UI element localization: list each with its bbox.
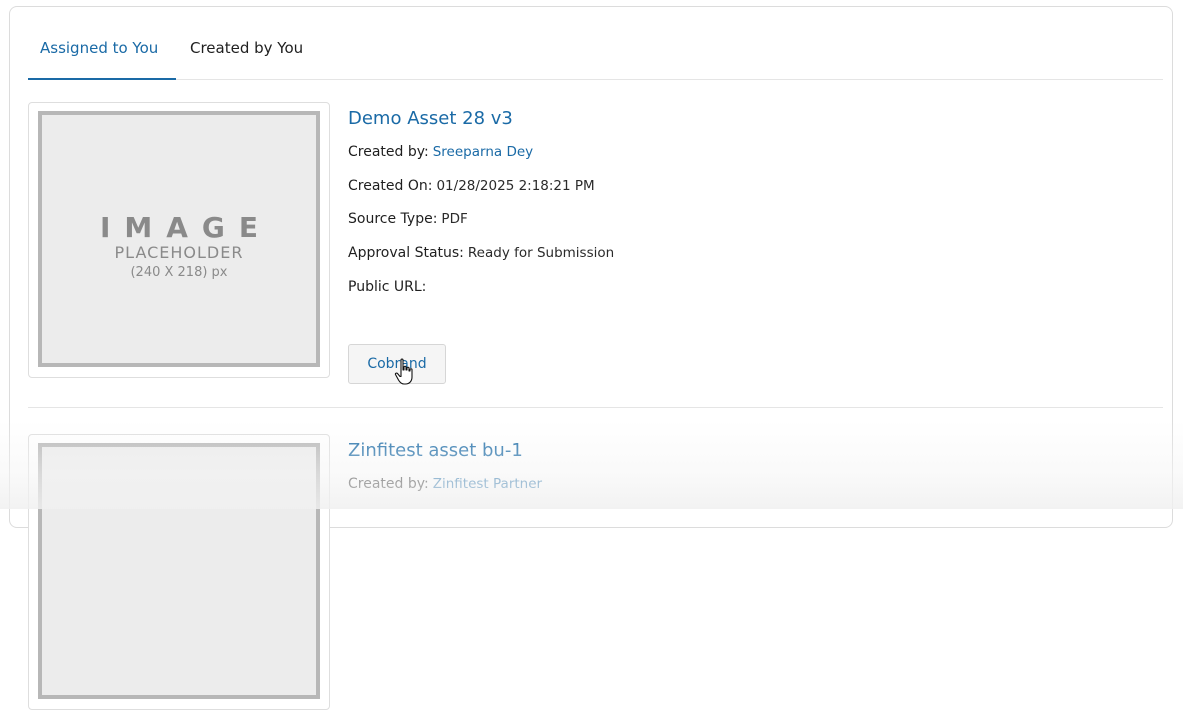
placeholder-subtitle: PLACEHOLDER: [114, 243, 244, 262]
created-by-label: Created by:: [348, 476, 429, 492]
placeholder-dimensions: (240 X 218) px: [130, 265, 228, 280]
created-on-value: 01/28/2025 2:18:21 PM: [436, 178, 595, 194]
approval-status-value: Ready for Submission: [467, 245, 615, 261]
created-by-row: Created by: Sreeparna Dey: [348, 144, 533, 160]
created-on-label: Created On:: [348, 178, 433, 194]
hand-cursor-icon: [394, 358, 413, 385]
image-placeholder: [38, 443, 320, 699]
source-type-value: PDF: [441, 211, 468, 227]
asset-title-link[interactable]: Demo Asset 28 v3: [348, 108, 513, 129]
tab-bar: Assigned to You Created by You: [28, 7, 1163, 80]
created-on-row: Created On: 01/28/2025 2:18:21 PM: [348, 178, 595, 194]
source-type-label: Source Type:: [348, 211, 438, 227]
tab-assigned-to-you[interactable]: Assigned to You: [40, 39, 158, 57]
assets-panel: Assigned to You Created by You IMAGE PLA…: [9, 6, 1173, 710]
asset-title-link[interactable]: Zinfitest asset bu-1: [348, 440, 523, 461]
public-url-row: Public URL:: [348, 279, 430, 295]
source-type-row: Source Type: PDF: [348, 211, 468, 227]
asset-thumbnail[interactable]: IMAGE PLACEHOLDER (240 X 218) px: [28, 102, 330, 378]
tab-created-by-you[interactable]: Created by You: [190, 39, 303, 57]
asset-card: Zinfitest asset bu-1 Created by: Zinfites…: [28, 434, 1163, 710]
created-by-link[interactable]: Zinfitest Partner: [433, 476, 542, 492]
created-by-link[interactable]: Sreeparna Dey: [433, 144, 533, 160]
placeholder-title: IMAGE: [99, 211, 273, 244]
approval-status-row: Approval Status: Ready for Submission: [348, 245, 614, 261]
public-url-label: Public URL:: [348, 279, 427, 295]
created-by-label: Created by:: [348, 144, 429, 160]
active-tab-indicator: [28, 78, 176, 80]
image-placeholder: IMAGE PLACEHOLDER (240 X 218) px: [38, 111, 320, 367]
asset-thumbnail[interactable]: [28, 434, 330, 710]
approval-status-label: Approval Status:: [348, 245, 464, 261]
asset-card: IMAGE PLACEHOLDER (240 X 218) px Demo As…: [28, 102, 1163, 408]
created-by-row: Created by: Zinfitest Partner: [348, 476, 542, 492]
